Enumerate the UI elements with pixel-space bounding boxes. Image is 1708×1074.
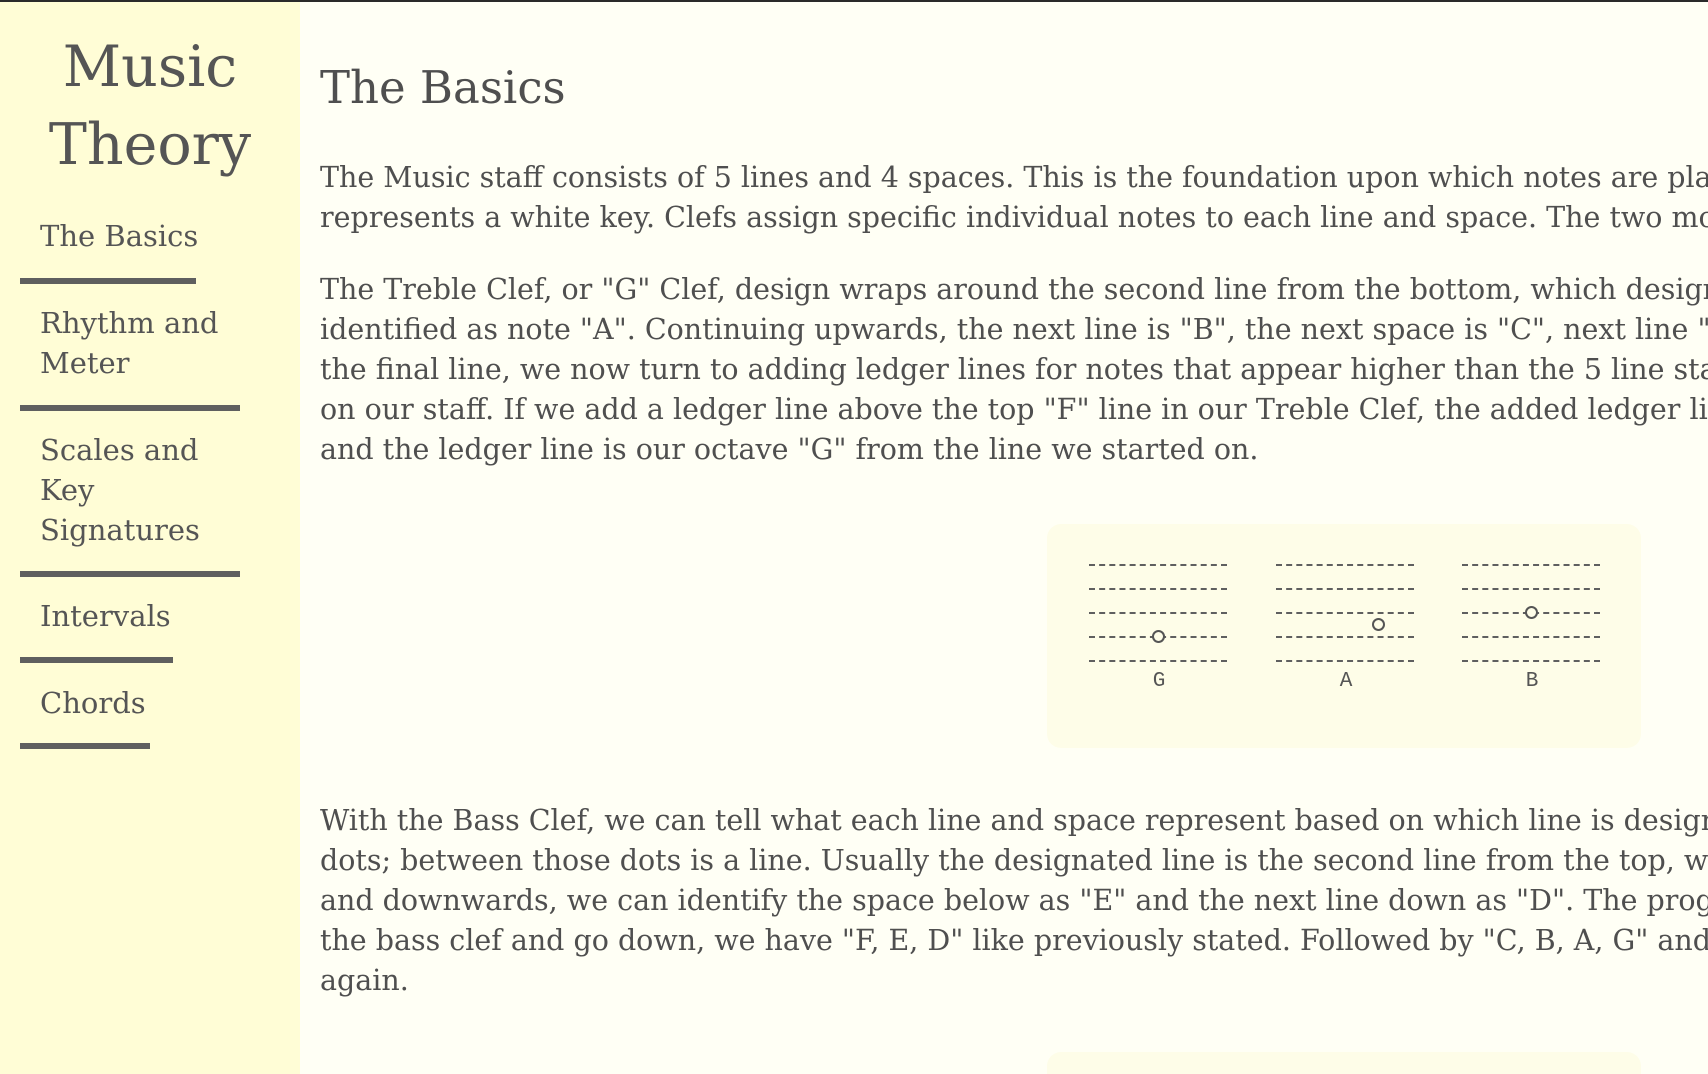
- nav-item-the-basics[interactable]: The Basics: [40, 216, 198, 256]
- text-line: again.: [320, 964, 409, 997]
- site-title[interactable]: Music Theory: [0, 28, 300, 184]
- staff-line: [1276, 564, 1414, 566]
- nav-item-scales-and-key-signatures[interactable]: Scales and Key Signatures: [40, 430, 200, 550]
- text-line: The Music staff consists of 5 lines and …: [320, 161, 1708, 194]
- nav-label: The Basics: [40, 219, 199, 253]
- nav-label: Chords: [40, 686, 146, 720]
- nav-divider: [20, 405, 240, 411]
- staff-line: [1462, 636, 1600, 638]
- staff-line: [1276, 612, 1414, 614]
- text-line: and the ledger line is our octave "G" fr…: [320, 433, 1259, 466]
- note-label: B: [1525, 670, 1539, 693]
- text-line: the bass clef and go down, we have "F, E…: [320, 924, 1708, 957]
- nav-divider: [20, 743, 150, 749]
- text-line: dots; between those dots is a line. Usua…: [320, 844, 1708, 877]
- staff-line: [1089, 612, 1227, 614]
- treble-clef-paragraph: The Treble Clef, or "G" Clef, design wra…: [320, 270, 1708, 470]
- page-title: The Basics: [320, 61, 566, 114]
- staff-example: G A B: [1047, 524, 1641, 748]
- nav-label: Scales and: [40, 433, 199, 467]
- staff-line: [1462, 588, 1600, 590]
- site-title-line-2: Theory: [48, 112, 252, 178]
- nav-item-rhythm-and-meter[interactable]: Rhythm and Meter: [40, 303, 218, 383]
- note-label: A: [1339, 670, 1353, 693]
- whole-note-icon: [1525, 606, 1538, 619]
- nav-divider: [20, 571, 240, 577]
- nav-label: Rhythm and: [40, 306, 219, 340]
- staff-line: [1462, 660, 1600, 662]
- staff-line: [1276, 588, 1414, 590]
- staff-example-2: [1047, 1052, 1641, 1074]
- site-title-line-1: Music: [62, 34, 238, 100]
- staff-line: [1089, 660, 1227, 662]
- whole-note-icon: [1372, 618, 1385, 631]
- staff-line: [1462, 564, 1600, 566]
- text-line: the final line, we now turn to adding le…: [320, 353, 1708, 386]
- note-label: G: [1152, 670, 1166, 693]
- staff-line: [1089, 564, 1227, 566]
- staff-line: [1276, 636, 1414, 638]
- staff-line: [1276, 660, 1414, 662]
- nav-label: Key: [40, 473, 95, 507]
- text-line: represents a white key. Clefs assign spe…: [320, 201, 1708, 234]
- text-line: With the Bass Clef, we can tell what eac…: [320, 804, 1708, 837]
- sidebar: Music Theory The Basics Rhythm and Meter…: [0, 2, 300, 1074]
- nav-item-chords[interactable]: Chords: [40, 683, 146, 723]
- text-line: on our staff. If we add a ledger line ab…: [320, 393, 1708, 426]
- text-line: and downwards, we can identify the space…: [320, 884, 1708, 917]
- nav-item-intervals[interactable]: Intervals: [40, 596, 171, 636]
- bass-clef-paragraph: With the Bass Clef, we can tell what eac…: [320, 801, 1708, 1001]
- main-content: The Basics The Music staff consists of 5…: [320, 0, 1708, 1074]
- staff-line: [1089, 588, 1227, 590]
- nav-label: Intervals: [40, 599, 171, 633]
- nav-label: Signatures: [40, 513, 200, 547]
- text-line: The Treble Clef, or "G" Clef, design wra…: [320, 273, 1708, 306]
- nav-divider: [20, 278, 196, 284]
- nav-label: Meter: [40, 346, 130, 380]
- nav-divider: [20, 657, 173, 663]
- intro-paragraph: The Music staff consists of 5 lines and …: [320, 158, 1708, 238]
- whole-note-icon: [1152, 630, 1165, 643]
- text-line: identified as note "A". Continuing upwar…: [320, 313, 1708, 346]
